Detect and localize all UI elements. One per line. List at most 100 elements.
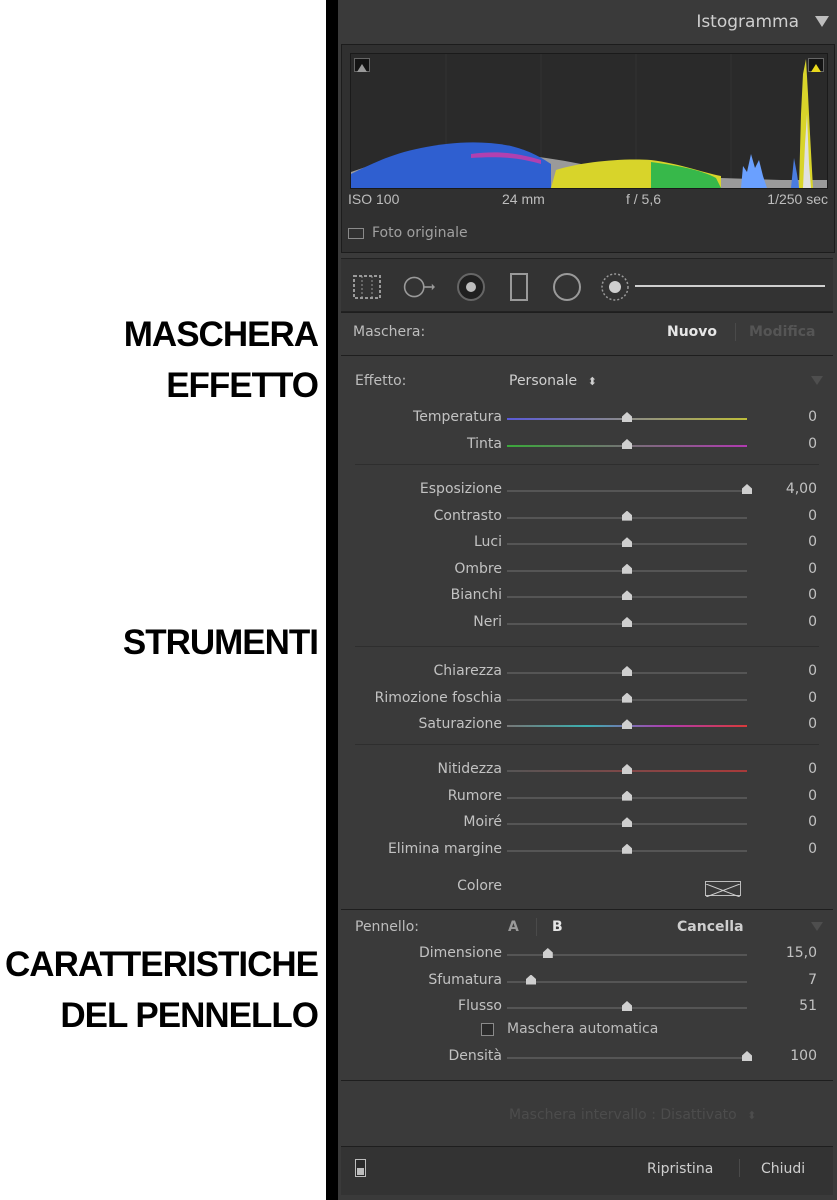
density-value[interactable]: 100: [790, 1048, 817, 1064]
radial-filter-icon[interactable]: [551, 271, 583, 303]
histogram-graph: [350, 53, 828, 189]
group-divider: [355, 744, 819, 745]
shutter-readout: 1/250 sec: [767, 191, 828, 207]
annotation-mask-effect: MASCHERA EFFETTO: [123, 310, 319, 412]
bottom-bar: Ripristina Chiudi: [341, 1146, 833, 1195]
slider-value[interactable]: 0: [808, 587, 817, 603]
highlight-clip-button[interactable]: [808, 58, 824, 72]
range-mask-value: Maschera intervallo : Disattivato: [509, 1107, 737, 1123]
density-slider-track[interactable]: [507, 1057, 747, 1059]
annotation-brush: CARATTERISTICHE DEL PENNELLO: [5, 940, 319, 1042]
slider-value[interactable]: 0: [808, 561, 817, 577]
histogram-header[interactable]: Istogramma: [338, 0, 837, 44]
slider-track[interactable]: [507, 490, 747, 492]
brush-slider-track[interactable]: [507, 954, 747, 956]
slider-label: Temperatura: [413, 409, 502, 425]
collapse-triangle-icon[interactable]: [815, 16, 829, 27]
slider-track[interactable]: [507, 796, 747, 799]
brush-section: Pennello: A B Cancella Dimensione 15,0 Sfu…: [341, 909, 833, 1080]
slider-value[interactable]: 0: [808, 788, 817, 804]
switch-knob: [357, 1168, 364, 1175]
slider-value[interactable]: 4,00: [786, 481, 817, 497]
slider-value[interactable]: 0: [808, 663, 817, 679]
slider-track[interactable]: [507, 543, 747, 546]
slider-track[interactable]: [507, 569, 747, 572]
highlight-clip-triangle-icon: [811, 64, 821, 72]
slider-label: Elimina margine: [387, 840, 502, 857]
slider-value[interactable]: 0: [808, 436, 817, 452]
shadow-clip-button[interactable]: [354, 58, 370, 72]
slider-label: Rimozione foschia: [374, 689, 502, 706]
slider-track[interactable]: [507, 516, 747, 519]
slider-value[interactable]: 0: [808, 614, 817, 630]
slider-track[interactable]: [507, 623, 747, 625]
slider-label: Neri: [473, 614, 502, 630]
brush-b-button[interactable]: B: [552, 919, 563, 935]
original-photo-checkbox[interactable]: [348, 227, 364, 239]
slider-label: Moiré: [463, 814, 502, 831]
range-mask-section: Maschera intervallo : Disattivato ⬍: [341, 1080, 833, 1146]
panel-inner: Istogramma ISO 100 24 mm f / 5,6 1/250 s…: [338, 0, 837, 1200]
histogram-blue-channel: [351, 142, 551, 188]
brush-slider-track[interactable]: [507, 980, 747, 983]
brush-collapse-icon[interactable]: [811, 922, 823, 931]
footer-divider: [739, 1159, 740, 1177]
slider-track[interactable]: [507, 849, 747, 852]
slider-label: Nitidezza: [437, 761, 502, 777]
color-swatch[interactable]: [705, 881, 741, 898]
brush-erase-button[interactable]: Cancella: [677, 919, 744, 935]
slider-label: Bianchi: [450, 587, 502, 604]
annotation-line: DEL PENNELLO: [60, 995, 319, 1035]
original-photo-toggle[interactable]: Foto originale: [348, 225, 468, 241]
crop-overlay-icon[interactable]: [351, 271, 383, 303]
effect-collapse-icon[interactable]: [811, 376, 823, 385]
annotation-tools: STRUMENTI: [123, 618, 319, 669]
slider-track[interactable]: [507, 672, 747, 674]
tool-strip: [341, 258, 833, 312]
panel-switch-icon[interactable]: [355, 1159, 366, 1177]
histogram-chart: [351, 54, 827, 188]
slider-value[interactable]: 0: [808, 508, 817, 524]
histogram-highlight-blue: [791, 158, 799, 188]
brush-slider-value[interactable]: 7: [808, 972, 817, 988]
slider-value[interactable]: 0: [808, 409, 817, 425]
slider-track[interactable]: [507, 770, 747, 772]
brush-slider-label: Dimensione: [418, 945, 502, 961]
slider-value[interactable]: 0: [808, 690, 817, 706]
group-divider: [355, 464, 819, 465]
original-photo-label: Foto originale: [372, 225, 468, 241]
slider-value[interactable]: 0: [808, 534, 817, 550]
brush-slider-value[interactable]: 15,0: [786, 945, 817, 961]
slider-value[interactable]: 0: [808, 716, 817, 732]
mask-edit-button[interactable]: Modifica: [749, 324, 816, 340]
slider-track[interactable]: [507, 698, 747, 701]
brush-slider-label: Sfumatura: [428, 971, 502, 988]
spot-removal-icon[interactable]: [403, 271, 435, 303]
brush-a-button[interactable]: A: [508, 919, 519, 935]
slider-track[interactable]: [507, 725, 747, 728]
slider-track[interactable]: [507, 418, 747, 420]
brush-slider-track[interactable]: [507, 1007, 747, 1009]
brush-slider-label: Flusso: [458, 998, 502, 1014]
slider-track[interactable]: [507, 596, 747, 599]
red-eye-icon[interactable]: [455, 271, 487, 303]
auto-mask-checkbox[interactable]: [481, 1023, 494, 1036]
effect-preset-select[interactable]: Personale ⬍: [509, 373, 597, 389]
slider-track[interactable]: [507, 823, 747, 826]
adjustment-brush-icon[interactable]: [599, 271, 631, 303]
range-mask-select[interactable]: Maschera intervallo : Disattivato ⬍: [509, 1107, 756, 1123]
annotation-line: EFFETTO: [166, 365, 319, 405]
slider-value[interactable]: 0: [808, 814, 817, 830]
slider-value[interactable]: 0: [808, 761, 817, 777]
slider-value[interactable]: 0: [808, 841, 817, 857]
shadow-clip-triangle-icon: [357, 64, 367, 72]
mask-new-button[interactable]: Nuovo: [667, 324, 717, 340]
histogram-title: Istogramma: [696, 12, 799, 32]
iso-readout: ISO 100: [348, 191, 400, 207]
reset-button[interactable]: Ripristina: [647, 1161, 713, 1177]
brush-slider-value[interactable]: 51: [799, 998, 817, 1014]
close-button[interactable]: Chiudi: [761, 1161, 805, 1177]
slider-track[interactable]: [507, 445, 747, 447]
annotation-line: MASCHERA: [123, 315, 319, 354]
graduated-filter-icon[interactable]: [503, 271, 535, 303]
